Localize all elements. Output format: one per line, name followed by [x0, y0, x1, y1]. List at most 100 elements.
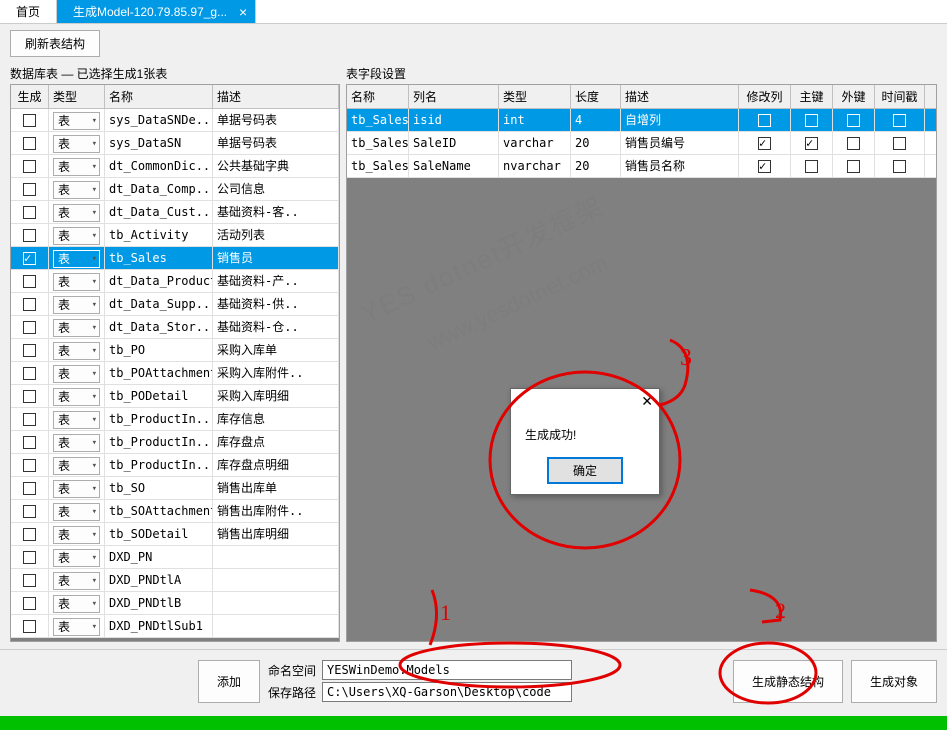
table-row[interactable]: 表▾DXD_PNDtlSub1	[11, 615, 339, 638]
checkbox[interactable]	[758, 114, 771, 127]
checkbox[interactable]	[893, 160, 906, 173]
table-row[interactable]: 表▾tb_SO销售出库单	[11, 477, 339, 500]
tab-generate-model[interactable]: 生成Model-120.79.85.97_g... ×	[57, 0, 256, 23]
type-dropdown[interactable]: 表▾	[53, 135, 100, 153]
type-dropdown[interactable]: 表▾	[53, 503, 100, 521]
generate-checkbox[interactable]	[23, 252, 36, 265]
generate-checkbox[interactable]	[23, 183, 36, 196]
close-icon[interactable]: ×	[239, 4, 247, 20]
type-dropdown[interactable]: 表▾	[53, 342, 100, 360]
generate-checkbox[interactable]	[23, 413, 36, 426]
table-row[interactable]: 表▾dt_Data_Comp..公司信息	[11, 178, 339, 201]
table-row[interactable]: 表▾tb_POAttachment采购入库附件..	[11, 362, 339, 385]
generate-checkbox[interactable]	[23, 551, 36, 564]
left-grid-body[interactable]: 表▾sys_DataSNDe..单据号码表表▾sys_DataSN单据号码表表▾…	[11, 109, 339, 641]
table-row[interactable]: 表▾dt_Data_Supp..基础资料-供..	[11, 293, 339, 316]
generate-checkbox[interactable]	[23, 620, 36, 633]
generate-checkbox[interactable]	[23, 321, 36, 334]
generate-checkbox[interactable]	[23, 505, 36, 518]
generate-checkbox[interactable]	[23, 528, 36, 541]
refresh-tables-button[interactable]: 刷新表结构	[10, 30, 100, 57]
type-dropdown[interactable]: 表▾	[53, 296, 100, 314]
add-button[interactable]: 添加	[198, 660, 260, 703]
tab-home[interactable]: 首页	[0, 0, 57, 23]
generate-checkbox[interactable]	[23, 114, 36, 127]
generate-object-button[interactable]: 生成对象	[851, 660, 937, 703]
generate-checkbox[interactable]	[23, 459, 36, 472]
checkbox[interactable]	[758, 160, 771, 173]
namespace-input[interactable]	[322, 660, 572, 680]
table-row[interactable]: 表▾sys_DataSNDe..单据号码表	[11, 109, 339, 132]
generate-checkbox[interactable]	[23, 367, 36, 380]
checkbox[interactable]	[847, 114, 860, 127]
type-dropdown[interactable]: 表▾	[53, 181, 100, 199]
table-row[interactable]: 表▾tb_Activity活动列表	[11, 224, 339, 247]
checkbox[interactable]	[893, 137, 906, 150]
checkbox[interactable]	[893, 114, 906, 127]
table-row[interactable]: 表▾tb_ProductIn..库存盘点明细	[11, 454, 339, 477]
type-dropdown[interactable]: 表▾	[53, 388, 100, 406]
type-dropdown[interactable]: 表▾	[53, 618, 100, 636]
checkbox[interactable]	[847, 137, 860, 150]
type-dropdown[interactable]: 表▾	[53, 595, 100, 613]
generate-checkbox[interactable]	[23, 482, 36, 495]
table-row[interactable]: 表▾tb_PODetail采购入库明细	[11, 385, 339, 408]
table-row[interactable]: 表▾ DXD_PNDtlB	[11, 592, 339, 615]
type-dropdown[interactable]: 表▾	[53, 273, 100, 291]
table-row[interactable]: 表▾tb_SODetail销售出库明细	[11, 523, 339, 546]
checkbox[interactable]	[805, 137, 818, 150]
generate-checkbox[interactable]	[23, 344, 36, 357]
type-dropdown[interactable]: 表▾	[53, 204, 100, 222]
table-row[interactable]: 表▾tb_PO采购入库单	[11, 339, 339, 362]
field-row[interactable]: tb_SalesSaleNamenvarchar20销售员名称	[347, 155, 936, 178]
type-dropdown[interactable]: 表▾	[53, 434, 100, 452]
type-dropdown[interactable]: 表▾	[53, 457, 100, 475]
dialog-ok-button[interactable]: 确定	[547, 457, 623, 484]
type-dropdown[interactable]: 表▾	[53, 572, 100, 590]
type-dropdown[interactable]: 表▾	[53, 319, 100, 337]
table-row[interactable]: 表▾tb_Sales销售员	[11, 247, 339, 270]
generate-checkbox[interactable]	[23, 160, 36, 173]
table-row[interactable]: 表▾sys_DataSN单据号码表	[11, 132, 339, 155]
generate-checkbox[interactable]	[23, 597, 36, 610]
generate-checkbox[interactable]	[23, 436, 36, 449]
table-row[interactable]: 表▾tb_SOAttachment销售出库附件..	[11, 500, 339, 523]
checkbox[interactable]	[847, 160, 860, 173]
type-dropdown[interactable]: 表▾	[53, 526, 100, 544]
savepath-input[interactable]	[322, 682, 572, 702]
generate-checkbox[interactable]	[23, 275, 36, 288]
generate-checkbox[interactable]	[23, 298, 36, 311]
right-grid-body[interactable]: tb_Salesisidint4自增列tb_SalesSaleIDvarchar…	[347, 109, 936, 641]
type-dropdown[interactable]: 表▾	[53, 227, 100, 245]
generate-checkbox[interactable]	[23, 390, 36, 403]
table-name: DXD_PNDtlB	[105, 592, 213, 614]
generate-checkbox[interactable]	[23, 229, 36, 242]
table-row[interactable]: 表▾dt_Data_Product基础资料-产..	[11, 270, 339, 293]
field-row[interactable]: tb_SalesSaleIDvarchar20销售员编号	[347, 132, 936, 155]
table-row[interactable]: 表▾dt_Data_Cust..基础资料-客..	[11, 201, 339, 224]
type-dropdown[interactable]: 表▾	[53, 480, 100, 498]
checkbox[interactable]	[805, 160, 818, 173]
table-row[interactable]: 表▾DXD_PN	[11, 546, 339, 569]
type-dropdown[interactable]: 表▾	[53, 158, 100, 176]
type-dropdown[interactable]: 表▾	[53, 112, 100, 130]
type-dropdown[interactable]: 表▾	[53, 549, 100, 567]
generate-static-button[interactable]: 生成静态结构	[733, 660, 843, 703]
table-row[interactable]: 表▾dt_CommonDic..公共基础字典	[11, 155, 339, 178]
generate-checkbox[interactable]	[23, 137, 36, 150]
checkbox[interactable]	[805, 114, 818, 127]
checkbox[interactable]	[758, 137, 771, 150]
table-row[interactable]: 表▾tb_ProductIn..库存盘点	[11, 431, 339, 454]
type-dropdown[interactable]: 表▾	[53, 250, 100, 268]
table-row[interactable]: 表▾dt_Data_Stor..基础资料-仓..	[11, 316, 339, 339]
field-row[interactable]: tb_Salesisidint4自增列	[347, 109, 936, 132]
dialog-close-icon[interactable]: ✕	[641, 393, 653, 410]
table-row[interactable]: 表▾DXD_PNDtlA	[11, 569, 339, 592]
chevron-down-icon: ▾	[92, 182, 97, 198]
type-dropdown[interactable]: 表▾	[53, 411, 100, 429]
type-dropdown[interactable]: 表▾	[53, 365, 100, 383]
table-name: tb_POAttachment	[105, 362, 213, 384]
generate-checkbox[interactable]	[23, 206, 36, 219]
generate-checkbox[interactable]	[23, 574, 36, 587]
table-row[interactable]: 表▾tb_ProductIn..库存信息	[11, 408, 339, 431]
